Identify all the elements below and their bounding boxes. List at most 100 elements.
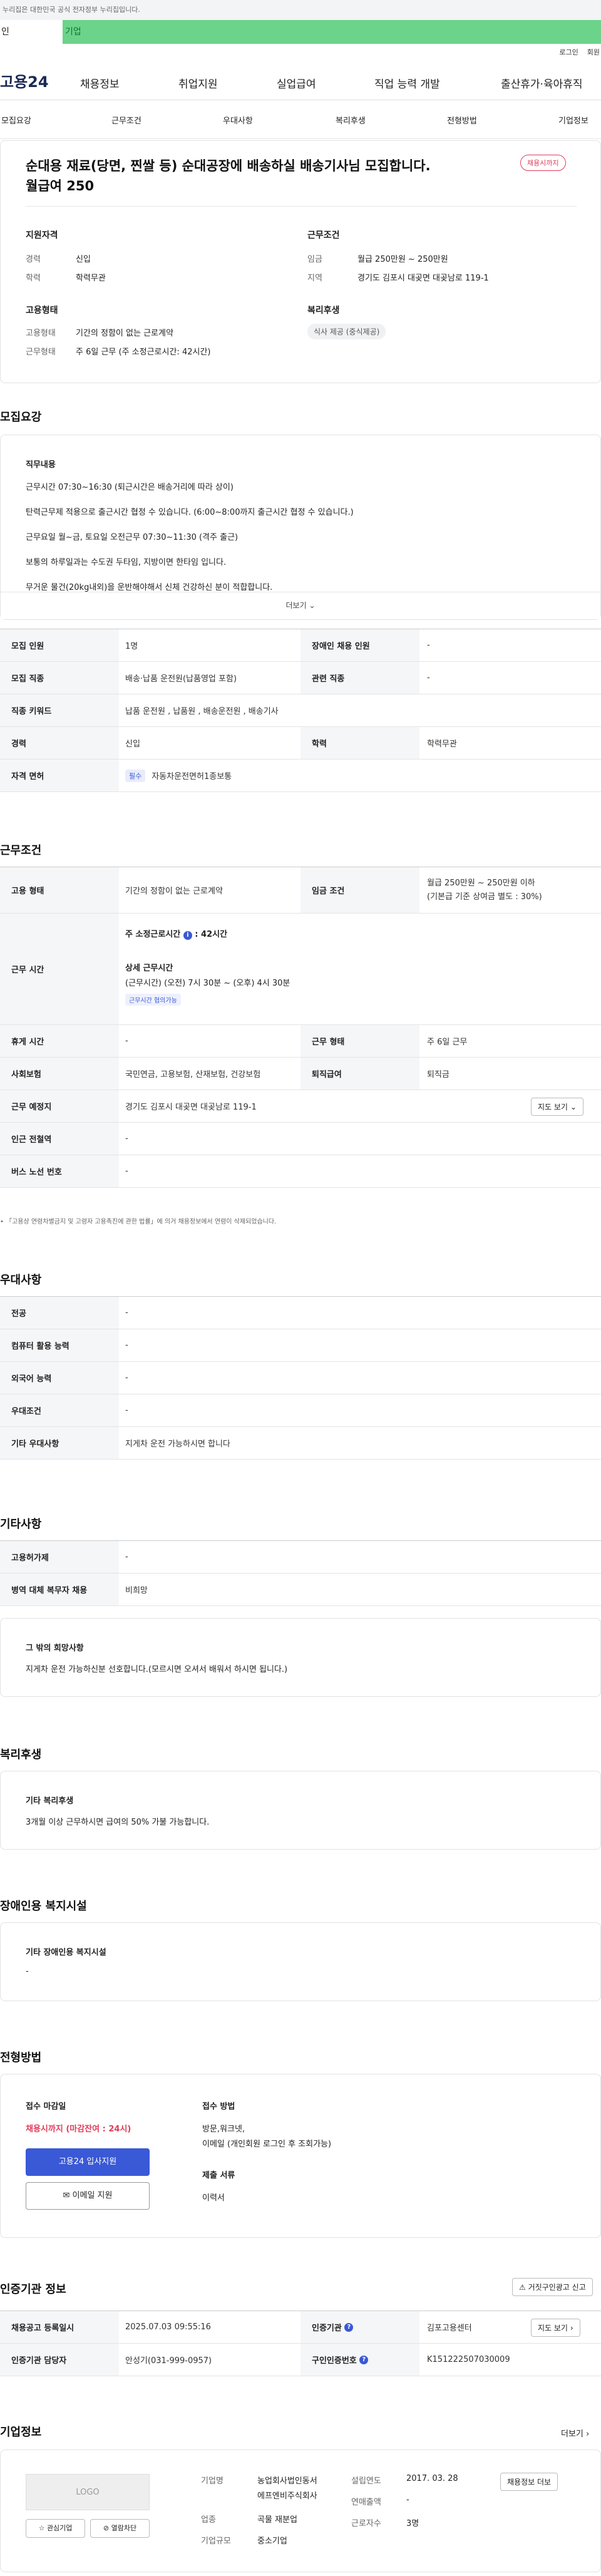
wage-line: 월급 250만원 ~ 250만원 이하 bbox=[427, 878, 535, 888]
tab-welfare[interactable]: 복리후생 bbox=[336, 114, 366, 126]
td: - bbox=[125, 1341, 128, 1350]
table-row: 채용공고 등록일시 2025.07.03 09:55:16 인증기관 ? 김포고… bbox=[0, 2311, 601, 2344]
company-name-line: 에프엔비주식회사 bbox=[257, 2491, 317, 2501]
td: 주 6일 근무 bbox=[427, 1038, 468, 1047]
job-summary-card: 순대용 재료(당면, 찐쌀 등) 순대공장에 배송하실 배송기사님 모집합니다.… bbox=[0, 140, 601, 383]
welfare-chip: 식사 제공 (중식제공) bbox=[307, 324, 386, 339]
disab-item-title: 기타 장애인용 복지시설 bbox=[26, 1948, 106, 1957]
gnb-training[interactable]: 직업 능력 개발 bbox=[374, 75, 440, 91]
region-label: 지역 bbox=[307, 274, 322, 283]
td: 안성기(031-999-0957) bbox=[125, 2356, 212, 2366]
more-button[interactable]: 더보기 ⌄ bbox=[1, 592, 600, 619]
company-jobs-button[interactable]: 채용정보 더보 bbox=[500, 2473, 558, 2491]
table-row: 병역 대체 복무자 채용 비희망 bbox=[0, 1574, 601, 1606]
td: - bbox=[125, 1308, 128, 1317]
report-button[interactable]: ⚠ 거짓구인광고 신고 bbox=[512, 2278, 593, 2296]
email-apply-button[interactable]: ✉ 이메일 지원 bbox=[26, 2182, 150, 2210]
tab-individual[interactable]: 인 bbox=[0, 20, 63, 44]
wish-card: 그 밖의 희망사항 지게차 운전 가능하신분 선호합니다.(모르시면 오셔서 배… bbox=[0, 1618, 601, 1697]
welfare-card: 기타 복리후생 3개월 이상 근무하시면 급여의 50% 가불 가능합니다. bbox=[0, 1771, 601, 1850]
duty-line: 보통의 하루일과는 수도권 두타임, 지방이면 한타임 입니다. bbox=[26, 558, 227, 567]
td: 납품 운전원 , 납품원 , 배송운전원 , 배송기사 bbox=[125, 707, 279, 716]
hours-week-label: 주 소정근로시간 bbox=[125, 930, 181, 939]
company-card: LOGO ☆ 관심기업 ⊘ 열람차단 기업명 농업회사법인동서 에프엔비주식회사… bbox=[0, 2450, 601, 2572]
th: 모집 인원 bbox=[0, 629, 119, 661]
welfare-section-title: 복리후생 bbox=[0, 1748, 42, 1761]
td: - bbox=[427, 641, 430, 650]
th: 인증기관 담당자 bbox=[0, 2344, 119, 2376]
th: 자격 면허 bbox=[0, 760, 119, 791]
tab-preference[interactable]: 우대사항 bbox=[223, 114, 253, 126]
th: 직종 키워드 bbox=[0, 694, 119, 726]
edu-value: 학력무관 bbox=[76, 274, 106, 283]
th: 사회보험 bbox=[0, 1058, 119, 1090]
chevron-right-icon: › bbox=[570, 2324, 573, 2332]
edu-label: 학력 bbox=[26, 274, 41, 283]
tab-company[interactable]: 기업 bbox=[63, 20, 601, 44]
fav-company-button[interactable]: ☆ 관심기업 bbox=[26, 2519, 85, 2538]
more-label: 더보기 bbox=[285, 601, 307, 610]
th: 장애인 채용 인원 bbox=[300, 629, 419, 661]
pref-title: 우대사항 bbox=[0, 1274, 42, 1287]
th: 전공 bbox=[0, 1297, 119, 1329]
login-link[interactable]: 로그인 bbox=[559, 48, 578, 56]
deadline-value: 채용시까지 (마감잔여 : 24시) bbox=[26, 2125, 131, 2134]
email-apply-label: 이메일 지원 bbox=[72, 2191, 113, 2200]
gnb-unemployment[interactable]: 실업급여 bbox=[277, 75, 316, 91]
qual-title: 지원자격 bbox=[26, 230, 58, 240]
tab-conditions[interactable]: 근무조건 bbox=[111, 114, 141, 126]
td: 학력무관 bbox=[427, 739, 457, 749]
agency-map-button[interactable]: 지도 보기 › bbox=[531, 2319, 580, 2337]
join-link[interactable]: 회원 bbox=[587, 48, 600, 56]
career-label: 경력 bbox=[26, 255, 41, 264]
table-row: 기타 우대사항 지게차 운전 가능하시면 합니다 bbox=[0, 1427, 601, 1460]
employees-value: 3명 bbox=[406, 2519, 419, 2528]
welfare-title: 복리후생 bbox=[307, 306, 340, 316]
block-company-button[interactable]: ⊘ 열람차단 bbox=[90, 2519, 150, 2538]
table-row: 모집 직종 배송·납품 운전원(납품영업 포함) 관련 직종 - bbox=[0, 662, 601, 694]
disab-item-value: - bbox=[26, 1967, 29, 1976]
disab-title: 장애인용 복지시설 bbox=[0, 1900, 87, 1913]
company-name-label: 기업명 bbox=[201, 2476, 223, 2486]
cond-section-title: 근무조건 bbox=[0, 844, 42, 857]
disab-card: 기타 장애인용 복지시설 - bbox=[0, 1922, 601, 2001]
tab-recruit[interactable]: 모집요강 bbox=[1, 114, 31, 126]
td: 배송·납품 운전원(납품영업 포함) bbox=[125, 674, 237, 684]
etc-table: 고용허가제 - 병역 대체 복무자 채용 비희망 bbox=[0, 1540, 601, 1606]
map-button[interactable]: 지도 보기 ⌄ bbox=[531, 1098, 583, 1116]
agency-title: 인증기관 정보 bbox=[0, 2283, 66, 2296]
table-row: 컴퓨터 활용 능력 - bbox=[0, 1329, 601, 1362]
td: 기간의 정함이 없는 근로계약 bbox=[125, 887, 223, 896]
chevron-down-icon: ⌄ bbox=[570, 1103, 577, 1111]
gov-notice: 누리집은 대한민국 공식 전자정부 누리집입니다. bbox=[3, 6, 140, 14]
info-icon[interactable]: i bbox=[183, 931, 192, 940]
industry-value: 곡물 재분업 bbox=[257, 2515, 297, 2525]
recruit-table: 모집 인원 1명 장애인 채용 인원 - 모집 직종 배송·납품 운전원(납품영… bbox=[0, 629, 601, 792]
td: - bbox=[125, 1373, 128, 1383]
method-line: 이메일 (개인회원 로그인 후 조회가능) bbox=[202, 2140, 332, 2149]
block-icon: ⊘ bbox=[103, 2524, 110, 2532]
agency-map-label: 지도 보기 bbox=[538, 2324, 568, 2332]
company-title: 기업정보 bbox=[0, 2426, 42, 2439]
apply-button[interactable]: 고용24 입사지원 bbox=[26, 2148, 150, 2176]
tab-company[interactable]: 기업정보 bbox=[558, 114, 588, 126]
block-label: 열람차단 bbox=[111, 2524, 137, 2532]
site-logo[interactable]: 고용24 bbox=[0, 70, 69, 91]
gnb-jobs[interactable]: 채용정보 bbox=[80, 75, 120, 91]
tab-apply[interactable]: 전형방법 bbox=[447, 114, 477, 126]
welfare-item-title: 기타 복리후생 bbox=[26, 1796, 74, 1806]
table-row: 인근 전철역 - bbox=[0, 1123, 601, 1155]
table-row: 고용허가제 - bbox=[0, 1541, 601, 1574]
required-badge: 필수 bbox=[125, 769, 146, 782]
gnb-leave[interactable]: 출산휴가·육아휴직 bbox=[501, 75, 583, 91]
gnb-employment-support[interactable]: 취업지원 bbox=[178, 75, 218, 91]
table-row: 모집 인원 1명 장애인 채용 인원 - bbox=[0, 629, 601, 662]
info-icon[interactable]: ? bbox=[344, 2322, 354, 2332]
th-label: 인증기관 bbox=[312, 2324, 342, 2333]
company-more-link[interactable]: 더보기 › bbox=[561, 2427, 589, 2439]
info-icon[interactable]: ? bbox=[359, 2355, 369, 2364]
td: 비희망 bbox=[125, 1586, 148, 1595]
table-row: 근무 예정지 경기도 김포시 대곶면 대곶남로 119-1 지도 보기 ⌄ bbox=[0, 1090, 601, 1123]
duty-card: 직무내용 근무시간 07:30~16:30 (퇴근시간은 배송거리에 따라 상이… bbox=[0, 435, 601, 620]
method-line: 방문,워크넷, bbox=[202, 2125, 245, 2134]
